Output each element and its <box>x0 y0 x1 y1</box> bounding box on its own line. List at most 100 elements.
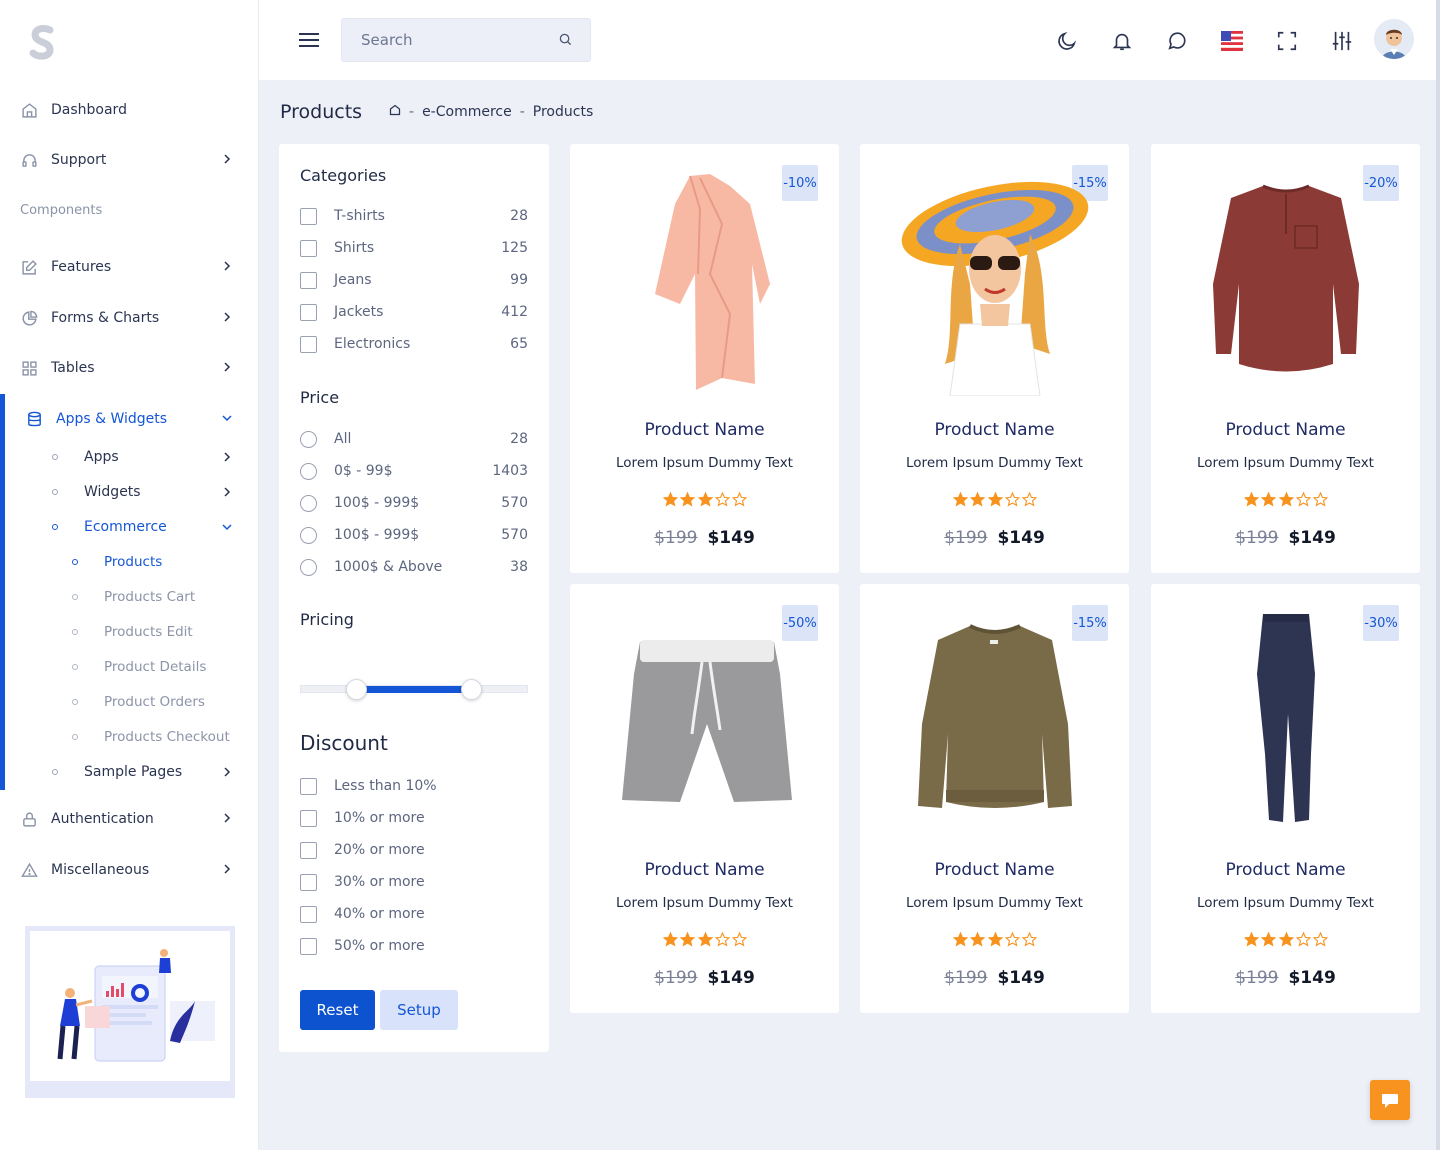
avatar[interactable] <box>1374 19 1414 59</box>
checkbox[interactable] <box>300 303 317 321</box>
search-input[interactable] <box>341 18 591 62</box>
checkbox[interactable] <box>300 937 317 955</box>
setup-button[interactable]: Setup <box>380 990 458 1030</box>
product-card[interactable]: -10% Product Name Lorem Ipsum Dummy Text… <box>570 144 839 573</box>
sidebar-item-sample-pages[interactable]: Sample Pages <box>52 762 242 782</box>
sidebar-item-label: Authentication <box>51 811 154 827</box>
sidebar-item-dashboard[interactable]: Dashboard <box>20 99 242 121</box>
product-name[interactable]: Product Name <box>860 420 1129 440</box>
star-filled-icon <box>1261 492 1277 507</box>
checkbox[interactable] <box>300 271 317 289</box>
checkbox[interactable] <box>300 335 317 353</box>
menu-icon[interactable] <box>299 32 319 48</box>
product-image-maroon-henley[interactable] <box>1191 164 1380 396</box>
sidebar-item-products[interactable]: Products <box>72 552 162 572</box>
logo-icon[interactable] <box>28 24 58 60</box>
price-filter[interactable]: 0$ - 99$ 1403 <box>300 461 528 481</box>
product-card[interactable]: -15% Product Name Lorem Ipsum Dummy Text… <box>860 144 1129 573</box>
checkbox[interactable] <box>300 809 317 827</box>
category-filter[interactable]: Shirts 125 <box>300 238 528 258</box>
pricing-slider-min-handle[interactable] <box>346 679 367 700</box>
filter-count: 28 <box>510 208 528 224</box>
breadcrumb-ecommerce[interactable]: e-Commerce <box>422 104 512 120</box>
checkbox[interactable] <box>300 239 317 257</box>
price-filter[interactable]: 100$ - 999$ 570 <box>300 493 528 513</box>
checkbox[interactable] <box>300 207 317 225</box>
sidebar-item-authentication[interactable]: Authentication <box>20 808 242 830</box>
sidebar-item-tables[interactable]: Tables <box>20 357 242 379</box>
product-image-woman-sun-hat[interactable] <box>900 164 1089 396</box>
sidebar-item-support[interactable]: Support <box>20 149 242 171</box>
product-name[interactable]: Product Name <box>1151 860 1420 880</box>
sidebar-item-forms-charts[interactable]: Forms & Charts <box>20 307 242 329</box>
discount-filter[interactable]: 50% or more <box>300 936 528 956</box>
bell-icon[interactable] <box>1110 29 1134 53</box>
radio[interactable] <box>300 526 317 544</box>
checkbox[interactable] <box>300 841 317 859</box>
radio[interactable] <box>300 430 317 448</box>
sidebar-item-features[interactable]: Features <box>20 256 242 278</box>
product-image-grey-shorts[interactable] <box>610 604 799 836</box>
product-image-olive-sweatshirt[interactable] <box>900 604 1089 836</box>
category-filter[interactable]: Electronics 65 <box>300 334 528 354</box>
checkbox[interactable] <box>300 905 317 923</box>
current-price: $149 <box>1288 528 1336 548</box>
sidebar-item-product-details[interactable]: Product Details <box>72 657 206 677</box>
sidebar-item-apps-widgets[interactable]: Apps & Widgets <box>25 408 242 430</box>
star-filled-icon <box>1244 932 1259 947</box>
product-name[interactable]: Product Name <box>570 860 839 880</box>
product-card[interactable]: -50% Product Name Lorem Ipsum Dummy Text… <box>570 584 839 1013</box>
home-icon[interactable] <box>389 104 401 120</box>
product-card[interactable]: -20% Product Name Lorem Ipsum Dummy Text… <box>1151 144 1420 573</box>
discount-filter[interactable]: Less than 10% <box>300 776 528 796</box>
moon-icon[interactable] <box>1055 29 1079 53</box>
discount-filter[interactable]: 10% or more <box>300 808 528 828</box>
discount-filter[interactable]: 20% or more <box>300 840 528 860</box>
sidebar-item-product-orders[interactable]: Product Orders <box>72 692 205 712</box>
headphones-icon <box>20 151 38 169</box>
radio[interactable] <box>300 494 317 512</box>
checkbox[interactable] <box>300 873 317 891</box>
sidebar-item-products-edit[interactable]: Products Edit <box>72 622 193 642</box>
sidebar-item-products-cart[interactable]: Products Cart <box>72 587 195 607</box>
product-name[interactable]: Product Name <box>570 420 839 440</box>
sidebar-item-miscellaneous[interactable]: Miscellaneous <box>20 859 242 881</box>
grid-icon <box>20 359 38 377</box>
reset-button[interactable]: Reset <box>300 990 375 1030</box>
product-name[interactable]: Product Name <box>1151 420 1420 440</box>
price-filter[interactable]: All 28 <box>300 429 528 449</box>
chat-icon[interactable] <box>1165 29 1189 53</box>
pricing-slider-max-handle[interactable] <box>461 679 482 700</box>
price-filter[interactable]: 100$ - 999$ 570 <box>300 525 528 545</box>
rating-stars <box>1244 932 1328 948</box>
search-icon[interactable] <box>559 33 572 46</box>
sidebar-promo-card <box>25 926 235 1098</box>
star-outline-icon <box>732 492 747 507</box>
product-image-navy-jeans[interactable] <box>1191 604 1380 836</box>
radio[interactable] <box>300 558 317 576</box>
product-card[interactable]: -15% Product Name Lorem Ipsum Dummy Text… <box>860 584 1129 1013</box>
sidebar-item-apps[interactable]: Apps <box>52 447 242 467</box>
product-card[interactable]: -30% Product Name Lorem Ipsum Dummy Text… <box>1151 584 1420 1013</box>
page-scrollbar[interactable] <box>1436 0 1440 1150</box>
page-title: Products <box>280 101 363 123</box>
category-filter[interactable]: Jackets 412 <box>300 302 528 322</box>
us-flag-icon[interactable] <box>1220 29 1244 53</box>
discount-filter[interactable]: 40% or more <box>300 904 528 924</box>
product-image-peach-cardigan[interactable] <box>610 164 799 396</box>
star-filled-icon <box>1244 492 1259 507</box>
fullscreen-icon[interactable] <box>1275 29 1299 53</box>
sidebar-item-ecommerce[interactable]: Ecommerce <box>52 517 242 537</box>
price-filter[interactable]: 1000$ & Above 38 <box>300 557 528 577</box>
chat-support-button[interactable] <box>1370 1080 1410 1120</box>
radio[interactable] <box>300 462 317 480</box>
sliders-icon[interactable] <box>1330 29 1354 53</box>
sidebar-item-products-checkout[interactable]: Products Checkout <box>72 727 230 747</box>
checkbox[interactable] <box>300 777 317 795</box>
category-filter[interactable]: T-shirts 28 <box>300 206 528 226</box>
product-name[interactable]: Product Name <box>860 860 1129 880</box>
discount-filter[interactable]: 30% or more <box>300 872 528 892</box>
category-filter[interactable]: Jeans 99 <box>300 270 528 290</box>
sidebar-item-widgets[interactable]: Widgets <box>52 482 242 502</box>
edit-icon <box>20 258 38 276</box>
